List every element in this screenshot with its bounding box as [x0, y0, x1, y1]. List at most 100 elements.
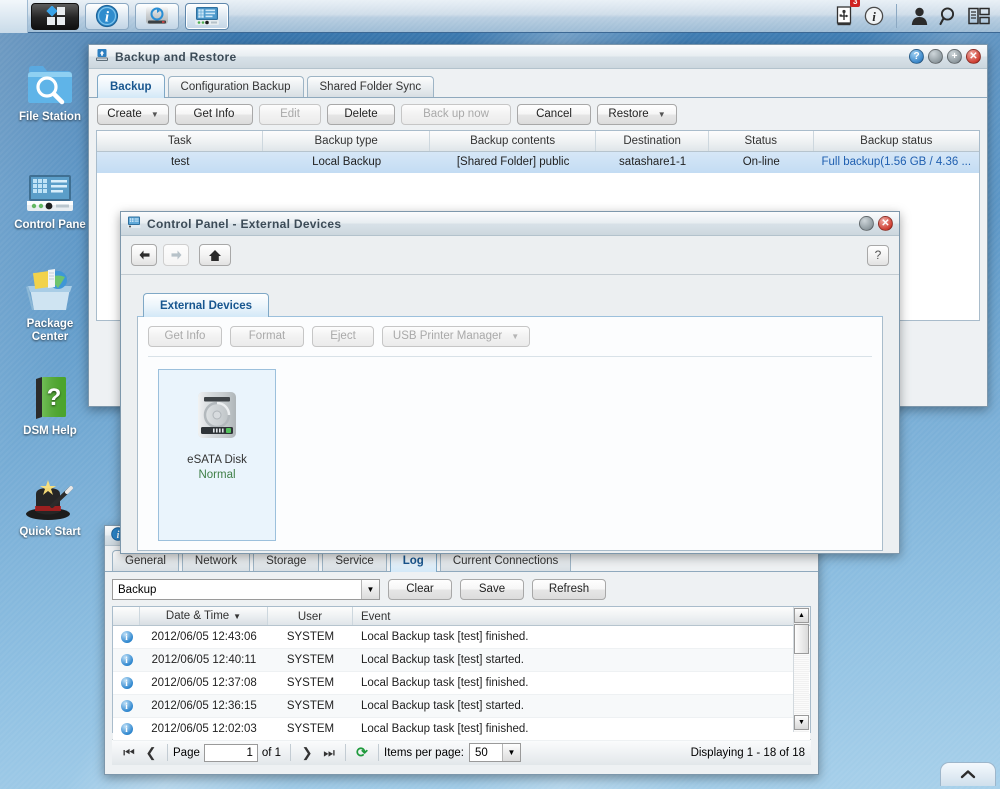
cell-user: SYSTEM [286, 677, 335, 689]
create-button[interactable]: Create ▼ [97, 104, 169, 125]
cell-date-time: 2012/06/05 12:02:03 [151, 723, 257, 735]
column-backup-type[interactable]: Backup type [263, 131, 430, 151]
close-button[interactable]: ✕ [966, 49, 981, 64]
taskbar-app-storage-manager[interactable] [135, 2, 179, 30]
help-button[interactable]: ? [909, 49, 924, 64]
search-button[interactable] [934, 3, 964, 30]
back-button[interactable] [131, 244, 157, 266]
external-devices-panel: Get Info Format Eject USB Printer Manage… [137, 317, 883, 551]
storage-manager-icon [146, 7, 168, 24]
taskbar-left: i [0, 0, 232, 33]
taskbar-app-information[interactable]: i [85, 2, 129, 30]
column-task[interactable]: Task [97, 131, 264, 151]
chevron-down-icon[interactable]: ▼ [361, 580, 379, 599]
usb-device-button[interactable] [829, 3, 859, 30]
desktop-icon-file-station[interactable]: File Station [2, 55, 98, 124]
next-page-icon[interactable]: ❯ [296, 741, 318, 765]
get-info-button[interactable]: Get Info [175, 104, 253, 125]
cell-backup-status[interactable]: Full backup(1.56 GB / 4.36 ... [814, 152, 979, 173]
column-date-time[interactable]: Date & Time ▼ [140, 607, 268, 625]
column-backup-contents[interactable]: Backup contents [430, 131, 597, 151]
desktop-icon-control-panel[interactable]: Control Pane [2, 163, 98, 232]
column-user[interactable]: User [268, 607, 353, 625]
tab-shared-folder-sync[interactable]: Shared Folder Sync [306, 76, 435, 97]
column-destination[interactable]: Destination [596, 131, 709, 151]
log-scrollbar[interactable]: ▲ ▼ [793, 607, 809, 732]
get-info-button: Get Info [148, 326, 222, 347]
restore-button[interactable]: Restore ▼ [597, 104, 677, 125]
minimize-button[interactable] [859, 216, 874, 231]
help-book-icon: ? [2, 369, 98, 421]
cell-date-time: 2012/06/05 12:36:15 [151, 700, 257, 712]
forward-button [163, 244, 189, 266]
last-page-icon[interactable]: ⏭ [318, 741, 340, 765]
chevron-down-icon[interactable]: ▼ [501, 744, 520, 761]
backup-window-titlebar[interactable]: Backup and Restore ? + ✕ [89, 45, 987, 69]
cp-window-titlebar[interactable]: Control Panel - External Devices ✕ [121, 212, 899, 236]
backup-window-title: Backup and Restore [115, 49, 237, 64]
backup-restore-icon [95, 48, 109, 65]
tab-external-devices[interactable]: External Devices [143, 293, 270, 317]
delete-button[interactable]: Delete [327, 104, 395, 125]
clear-button[interactable]: Clear [388, 579, 452, 600]
notification-count-badge: 3 [850, 0, 861, 7]
desktop-icon-label: DSM Help [23, 425, 77, 437]
cp-help-button[interactable]: ? [867, 244, 889, 266]
widgets-button[interactable] [964, 3, 994, 30]
backup-tabbar: Backup Configuration Backup Shared Folde… [89, 73, 987, 98]
svg-text:i: i [872, 9, 876, 24]
log-type-select[interactable]: Backup ▼ [112, 579, 380, 600]
cell-user: SYSTEM [286, 654, 335, 666]
cancel-button[interactable]: Cancel [517, 104, 591, 125]
taskbar-app-control-panel[interactable] [185, 2, 229, 30]
close-button[interactable]: ✕ [878, 216, 893, 231]
package-center-line1: Package [26, 318, 74, 330]
scroll-up-icon[interactable]: ▲ [794, 608, 809, 623]
scroll-down-icon[interactable]: ▼ [794, 715, 809, 730]
prev-page-icon[interactable]: ❮ [140, 741, 162, 765]
column-status[interactable]: Status [709, 131, 814, 151]
maximize-button[interactable]: + [947, 49, 962, 64]
cell-event: Local Backup task [test] started. [361, 700, 524, 712]
edit-button: Edit [259, 104, 321, 125]
info-icon: i [120, 677, 133, 689]
chevron-up-icon [960, 770, 976, 779]
table-row[interactable]: i 2012/06/05 12:37:08 SYSTEM Local Backup t… [113, 672, 810, 695]
chevron-down-icon: ▼ [511, 332, 520, 341]
table-row[interactable]: i 2012/06/05 12:02:03 SYSTEM Local Backup t… [113, 718, 810, 741]
desktop-icon-quick-start[interactable]: Quick Start [2, 470, 98, 539]
show-desktop-button[interactable] [940, 762, 996, 786]
magic-hat-icon [2, 470, 98, 522]
notification-button[interactable]: i 3 [850, 0, 889, 30]
desktop-icon-package-center[interactable]: Package Center [2, 262, 98, 344]
info-icon: i [120, 654, 133, 666]
home-button[interactable] [199, 244, 231, 266]
refresh-button[interactable]: Refresh [532, 579, 606, 600]
first-page-icon[interactable]: ⏮ [118, 741, 140, 765]
device-tile-esata-disk[interactable]: eSATA Disk Normal [158, 369, 276, 541]
items-per-page-select[interactable]: 50 ▼ [468, 743, 521, 762]
table-row[interactable]: i 2012/06/05 12:43:06 SYSTEM Local Backup t… [113, 626, 810, 649]
page-input[interactable]: 1 [203, 743, 258, 762]
main-menu-button[interactable] [31, 2, 79, 30]
column-event[interactable]: Event [353, 607, 810, 625]
refresh-icon[interactable]: ⟳ [351, 741, 373, 765]
save-button[interactable]: Save [460, 579, 524, 600]
info-icon: i [120, 700, 133, 712]
table-row[interactable]: i 2012/06/05 12:36:15 SYSTEM Local Backup t… [113, 695, 810, 718]
table-row[interactable]: i 2012/06/05 12:40:11 SYSTEM Local Backup t… [113, 649, 810, 672]
backup-grid-header: Task Backup type Backup contents Destina… [97, 131, 979, 152]
user-menu-button[interactable] [904, 3, 934, 30]
minimize-button[interactable] [928, 49, 943, 64]
column-backup-status[interactable]: Backup status [814, 131, 979, 151]
cp-tabbar: External Devices [137, 293, 883, 317]
control-panel-external-devices-window: Control Panel - External Devices ✕ ? Ext… [120, 211, 900, 554]
scroll-thumb[interactable] [794, 624, 809, 654]
items-per-page-label: Items per page: [384, 746, 464, 759]
tab-backup[interactable]: Backup [97, 74, 165, 98]
cell-status: On-line [742, 156, 780, 168]
desktop-icon-dsm-help[interactable]: ? DSM Help [2, 369, 98, 438]
table-row[interactable]: test Local Backup [Shared Folder] public… [97, 152, 979, 173]
cell-date-time: 2012/06/05 12:40:11 [151, 654, 257, 666]
tab-configuration-backup[interactable]: Configuration Backup [167, 76, 304, 97]
